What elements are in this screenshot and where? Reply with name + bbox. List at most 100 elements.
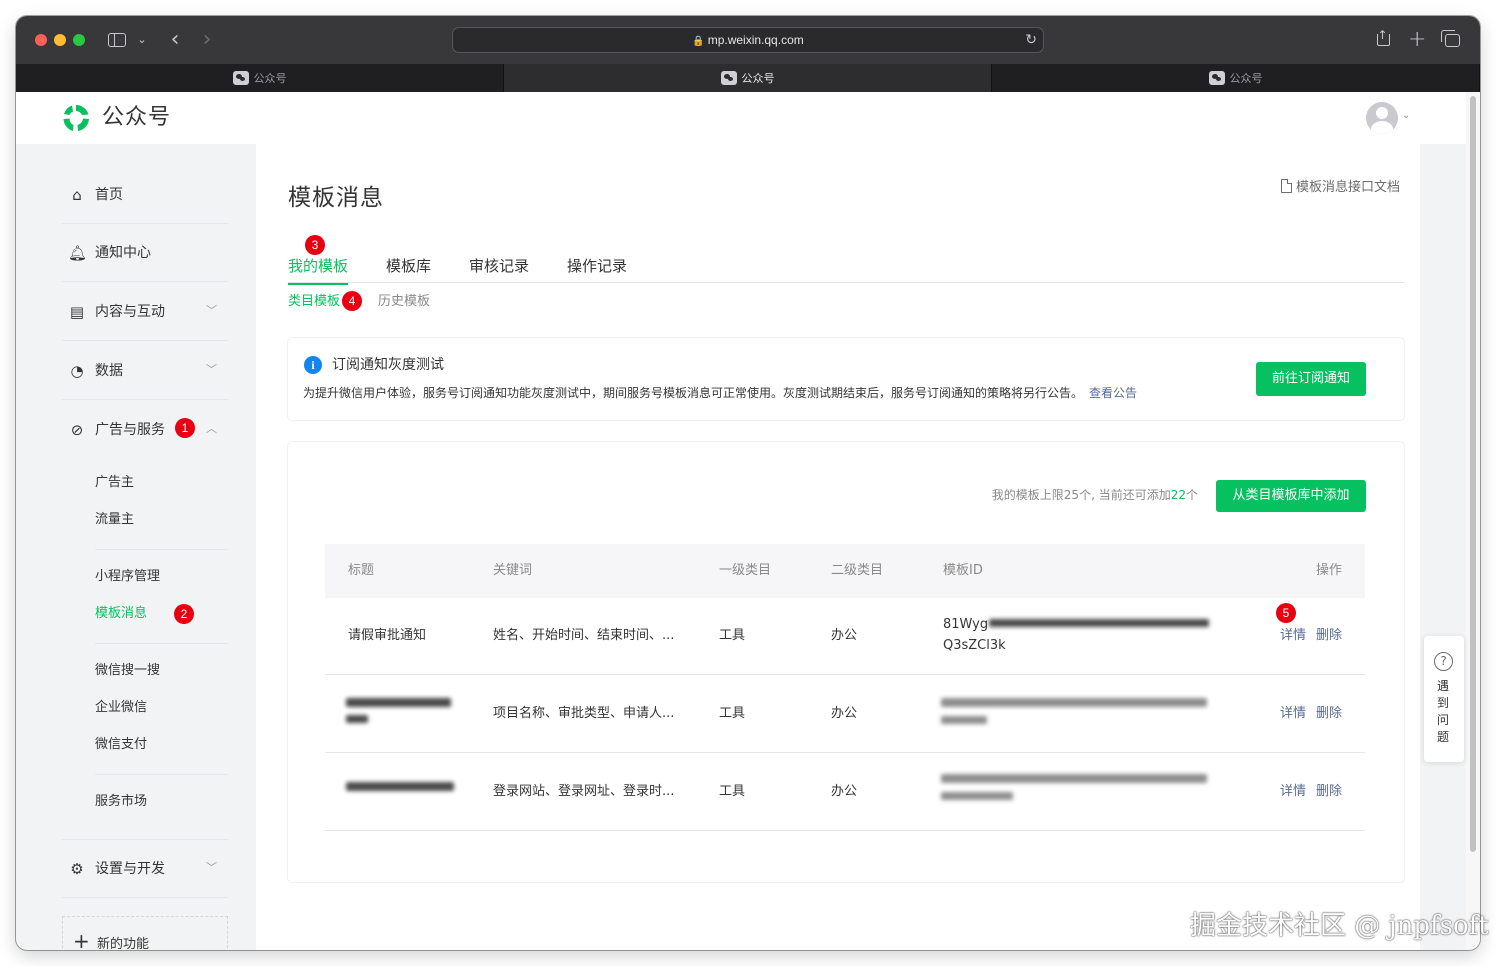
delete-link[interactable]: 删除 — [1316, 782, 1342, 802]
detail-link[interactable]: 详情 — [1280, 704, 1306, 724]
new-features-label: 新的功能 — [97, 937, 150, 950]
subtab-history-templates[interactable]: 历史模板 — [378, 292, 430, 312]
back-button[interactable]: ‹ — [166, 28, 184, 52]
tab-review-records[interactable]: 审核记录 — [469, 256, 529, 276]
divider — [95, 549, 228, 550]
chevron-down-icon: ﹀ — [206, 363, 217, 376]
wechat-icon — [720, 71, 737, 85]
sidebar-subitem-market[interactable]: 服务市场 — [95, 793, 147, 811]
document-icon — [1280, 179, 1292, 193]
doc-link-label: 模板消息接口文档 — [1295, 180, 1400, 195]
annotation-badge: 3 — [305, 235, 325, 255]
wechat-icon — [232, 71, 249, 85]
cell-category2: 办公 — [831, 784, 858, 799]
new-tab-button[interactable]: + — [1408, 28, 1426, 52]
sidebar-item-settings[interactable]: ⚙ 设置与开发 ﹀ — [62, 840, 228, 898]
cell-category1: 工具 — [719, 784, 746, 799]
browser-tab-active[interactable]: 公众号 — [504, 64, 992, 92]
share-icon[interactable] — [1374, 23, 1392, 52]
add-from-library-button[interactable]: 从类目模板库中添加 — [1216, 480, 1366, 512]
sidebar-toggle-icon[interactable] — [108, 28, 128, 52]
app-name[interactable]: 公众号 — [102, 102, 171, 134]
sidebar-subitem-miniprogram[interactable]: 小程序管理 — [95, 568, 160, 586]
tab-overview-icon[interactable] — [1440, 28, 1462, 52]
table-row: 请假审批通知 姓名、开始时间、结束时间、... 工具 办公 81Wyg Q3sZ… — [325, 598, 1365, 675]
cell-category1: 工具 — [719, 628, 746, 643]
browser-tab[interactable]: 公众号 — [992, 64, 1480, 92]
browser-toolbar: ⌄ ‹ › 🔒mp.weixin.qq.com ↻ + — [16, 16, 1480, 64]
window-minimize-button[interactable] — [54, 34, 66, 46]
template-list-card: 我的模板上限25个, 当前还可添加22个 从类目模板库中添加 标题 关键词 一级… — [288, 442, 1404, 882]
sidebar-item-notifications[interactable]: 🔔︎ 通知中心 — [62, 224, 228, 282]
detail-link[interactable]: 详情 — [1280, 782, 1306, 802]
delete-link[interactable]: 删除 — [1316, 626, 1342, 646]
sidebar-subitem-work-wechat[interactable]: 企业微信 — [95, 699, 147, 717]
subtab-category-templates[interactable]: 类目模板 — [288, 292, 340, 312]
annotation-badge: 2 — [174, 604, 194, 624]
notice-title: 订阅通知灰度测试 — [332, 357, 444, 373]
chevron-up-icon: ︿ — [206, 422, 217, 435]
redacted-text — [346, 782, 454, 791]
forward-button[interactable]: › — [198, 28, 216, 52]
detail-link[interactable]: 详情 — [1280, 626, 1306, 646]
sidebar-item-data[interactable]: ◔ 数据 ﹀ — [62, 342, 228, 400]
doc-link[interactable]: 模板消息接口文档 — [1280, 176, 1400, 195]
annotation-badge: 1 — [175, 418, 195, 438]
limit-suffix: 个 — [1185, 488, 1198, 502]
address-bar[interactable]: 🔒 mp.weixin.qq.com ↻ — [452, 27, 1044, 53]
sidebar-item-ads[interactable]: ⊘ 广告与服务 1 ︿ — [62, 401, 228, 459]
column-header-actions: 操作 — [1316, 563, 1343, 578]
chevron-down-icon: ﹀ — [206, 304, 217, 317]
cell-template-id-line2: Q3sZCl3k — [943, 638, 1006, 653]
divider — [95, 774, 228, 775]
delete-link[interactable]: 删除 — [1316, 704, 1342, 724]
question-icon: ? — [1434, 652, 1453, 671]
compass-icon: ⊘ — [70, 421, 84, 439]
chevron-down-icon: ﹀ — [206, 861, 217, 874]
wechat-icon — [1208, 71, 1225, 85]
url-text: mp.weixin.qq.com — [707, 33, 804, 47]
home-icon: ⌂ — [72, 186, 82, 204]
tab-operation-records[interactable]: 操作记录 — [567, 256, 627, 276]
cell-template-id-line1: 81Wyg — [943, 617, 989, 632]
sidebar-item-label: 通知中心 — [95, 245, 151, 261]
divider — [95, 643, 228, 644]
new-features-button[interactable]: + 新的功能 — [62, 916, 228, 950]
wechat-mp-logo-icon[interactable] — [60, 102, 92, 134]
scrollbar-thumb[interactable] — [1470, 96, 1476, 852]
sidebar-item-home[interactable]: ⌂ 首页 — [62, 166, 228, 224]
sidebar-subitem-pay[interactable]: 微信支付 — [95, 736, 147, 754]
column-header-category2: 二级类目 — [831, 563, 884, 578]
go-subscribe-button[interactable]: 前往订阅通知 — [1256, 362, 1366, 396]
column-header-category1: 一级类目 — [719, 563, 772, 578]
gear-icon: ⚙ — [70, 860, 84, 878]
table-header: 标题 关键词 一级类目 二级类目 模板ID 操作 — [325, 544, 1365, 598]
window-maximize-button[interactable] — [73, 34, 85, 46]
sidebar-subitem-template[interactable]: 模板消息 — [95, 605, 147, 623]
notice-banner: i 订阅通知灰度测试 为提升微信用户体验，服务号订阅通知功能灰度测试中，期间服务… — [288, 338, 1404, 420]
main-panel: 模板消息 模板消息接口文档 3 我的模板 模板库 审核记录 操作记录 类目模板 … — [256, 144, 1420, 950]
cell-keywords: 登录网站、登录网址、登录时... — [493, 784, 675, 799]
help-widget[interactable]: ? 遇到问题 — [1424, 636, 1464, 762]
watermark: 掘金技术社区 @ jnpfsoft — [1190, 911, 1489, 941]
redacted-text — [989, 619, 1209, 627]
view-announcement-link[interactable]: 查看公告 — [1089, 386, 1137, 400]
chevron-down-icon[interactable]: ⌄ — [1402, 110, 1410, 121]
sidebar-subitem-publisher[interactable]: 流量主 — [95, 511, 134, 529]
cell-category2: 办公 — [831, 706, 858, 721]
reload-icon[interactable]: ↻ — [1025, 30, 1037, 50]
avatar[interactable] — [1366, 102, 1398, 134]
sidebar-item-label: 广告与服务 — [95, 422, 165, 438]
document-icon: ▤ — [69, 303, 85, 321]
annotation-badge: 4 — [342, 291, 362, 311]
cell-category2: 办公 — [831, 628, 858, 643]
tab-my-templates[interactable]: 我的模板 — [288, 256, 349, 285]
tab-template-library[interactable]: 模板库 — [386, 256, 431, 276]
sidebar-item-content[interactable]: ▤ 内容与互动 ﹀ — [62, 283, 228, 341]
window-close-button[interactable] — [35, 34, 47, 46]
sidebar-subitem-advertiser[interactable]: 广告主 — [95, 474, 134, 492]
browser-tab[interactable]: 公众号 — [16, 64, 504, 92]
chevron-down-icon[interactable]: ⌄ — [135, 28, 149, 52]
sidebar-item-label: 设置与开发 — [95, 861, 165, 877]
sidebar-subitem-search[interactable]: 微信搜一搜 — [95, 662, 160, 680]
